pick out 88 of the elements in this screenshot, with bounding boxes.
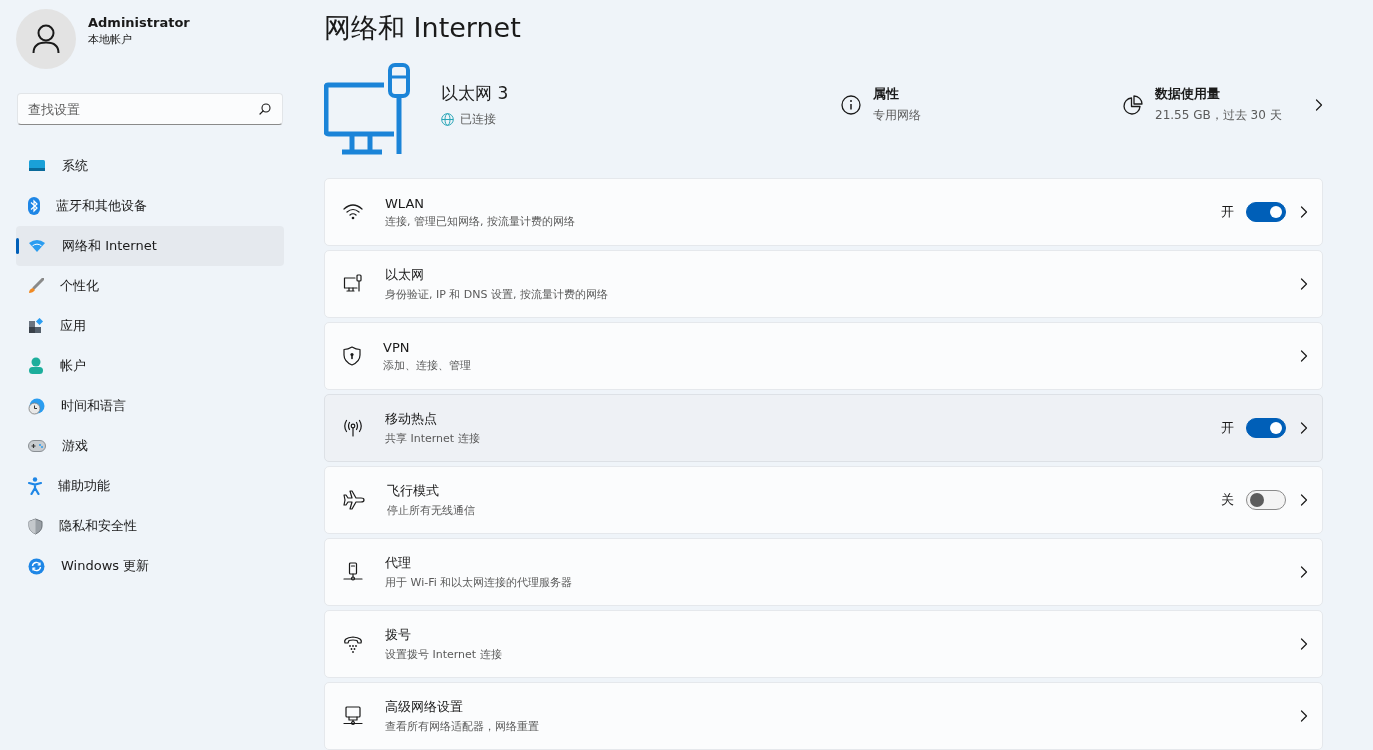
- setting-title: 拨号: [385, 626, 412, 644]
- globe-icon: [441, 112, 454, 126]
- sidebar-item[interactable]: 辅助功能: [16, 466, 284, 506]
- gamepad-icon: [28, 440, 46, 452]
- sidebar-item[interactable]: 应用: [16, 306, 284, 346]
- sidebar-item[interactable]: 系统: [16, 146, 284, 186]
- shield-lock-icon: [343, 346, 361, 366]
- proxy-device-icon: [343, 562, 363, 582]
- chevron-icon: [1300, 566, 1308, 578]
- toggle-state-label: 开: [1221, 203, 1234, 221]
- connection-name: 以太网 3: [441, 81, 510, 105]
- settings-card[interactable]: WLAN 连接, 管理已知网络, 按流量计费的网络 开: [324, 178, 1323, 246]
- settings-card[interactable]: VPN 添加、连接、管理: [324, 322, 1323, 390]
- setting-title: 飞行模式: [387, 482, 440, 500]
- sidebar-item[interactable]: 隐私和安全性: [16, 506, 284, 546]
- settings-card[interactable]: 移动热点 共享 Internet 连接 开: [324, 394, 1323, 462]
- brush-icon: [28, 278, 44, 294]
- chevron-icon: [1300, 638, 1308, 650]
- dial-up-phone-icon: [343, 635, 363, 653]
- sidebar-item[interactable]: 蓝牙和其他设备: [16, 186, 284, 226]
- setting-description: 共享 Internet 连接: [385, 431, 481, 446]
- toggle-state-label: 开: [1221, 419, 1234, 437]
- chevron-icon: [1300, 206, 1308, 218]
- sync-icon: [28, 557, 45, 575]
- sidebar-item[interactable]: 个性化: [16, 266, 284, 306]
- info-icon: [841, 94, 861, 115]
- sidebar-item[interactable]: 帐户: [16, 346, 284, 386]
- person-icon: [28, 357, 44, 375]
- data-usage-subtitle: 21.55 GB，过去 30 天: [1155, 107, 1282, 124]
- sidebar-item[interactable]: 时间和语言: [16, 386, 284, 426]
- toggle-switch[interactable]: [1246, 202, 1286, 222]
- settings-card[interactable]: 拨号 设置拨号 Internet 连接: [324, 610, 1323, 678]
- setting-description: 查看所有网络适配器，网络重置: [385, 719, 540, 734]
- setting-title: 以太网: [385, 266, 425, 284]
- pie-chart-icon: [1123, 94, 1143, 115]
- bluetooth-icon: [28, 197, 40, 215]
- chevron-icon: [1300, 278, 1308, 290]
- search-icon: [259, 103, 271, 115]
- chevron-icon: [1300, 710, 1308, 722]
- data-usage-link[interactable]: 数据使用量 21.55 GB，过去 30 天: [1123, 85, 1323, 124]
- settings-card[interactable]: 代理 用于 Wi-Fi 和以太网连接的代理服务器: [324, 538, 1323, 606]
- chevron-icon: [1300, 350, 1308, 362]
- hotspot-antenna-icon: [343, 419, 363, 437]
- setting-description: 身份验证, IP 和 DNS 设置, 按流量计费的网络: [385, 287, 610, 302]
- settings-card[interactable]: 以太网 身份验证, IP 和 DNS 设置, 按流量计费的网络: [324, 250, 1323, 318]
- setting-title: 高级网络设置: [385, 698, 464, 716]
- settings-card[interactable]: 飞行模式 停止所有无线通信 关: [324, 466, 1323, 534]
- person-icon: [32, 24, 60, 54]
- ethernet-monitor-icon: [343, 274, 363, 294]
- account-type: 本地帐户: [88, 32, 133, 47]
- setting-description: 添加、连接、管理: [383, 357, 472, 373]
- clock-globe-icon: [28, 397, 45, 415]
- connection-status: 已连接: [460, 110, 496, 128]
- page-title: 网络和 Internet: [324, 11, 522, 45]
- network-computer-icon: [343, 706, 363, 726]
- sidebar-item[interactable]: 网络和 Internet: [16, 226, 284, 266]
- shield-icon: [28, 517, 43, 535]
- chevron-icon: [1300, 422, 1308, 434]
- monitor-icon: [28, 159, 46, 173]
- apps-icon: [28, 318, 44, 334]
- settings-card[interactable]: 高级网络设置 查看所有网络适配器，网络重置: [324, 682, 1323, 750]
- airplane-icon: [343, 490, 365, 510]
- properties-subtitle: 专用网络: [873, 107, 921, 124]
- setting-title: VPN: [383, 339, 411, 355]
- accessibility-icon: [28, 477, 42, 495]
- properties-title: 属性: [873, 85, 900, 103]
- properties-link[interactable]: 属性 专用网络: [841, 85, 1123, 124]
- data-usage-title: 数据使用量: [1155, 85, 1221, 103]
- sidebar-item[interactable]: Windows 更新: [16, 546, 284, 586]
- toggle-switch[interactable]: [1246, 418, 1286, 438]
- search-field[interactable]: 查找设置: [17, 93, 283, 125]
- setting-title: 移动热点: [385, 410, 438, 428]
- sidebar-item[interactable]: 游戏: [16, 426, 284, 466]
- ethernet-monitor-icon: [324, 63, 411, 156]
- setting-description: 停止所有无线通信: [387, 503, 476, 518]
- selection-indicator: [16, 238, 19, 254]
- toggle-state-label: 关: [1221, 491, 1234, 509]
- wifi-icon: [343, 204, 363, 220]
- chevron-icon: [1315, 98, 1323, 111]
- chevron-icon: [1300, 494, 1308, 506]
- setting-description: 用于 Wi-Fi 和以太网连接的代理服务器: [385, 575, 574, 590]
- setting-description: 连接, 管理已知网络, 按流量计费的网络: [385, 213, 576, 229]
- wifi-icon: [28, 240, 46, 252]
- setting-title: WLAN: [385, 195, 425, 211]
- setting-title: 代理: [385, 554, 412, 572]
- toggle-switch[interactable]: [1246, 490, 1286, 510]
- setting-description: 设置拨号 Internet 连接: [385, 647, 503, 662]
- account-name: Administrator: [88, 15, 190, 30]
